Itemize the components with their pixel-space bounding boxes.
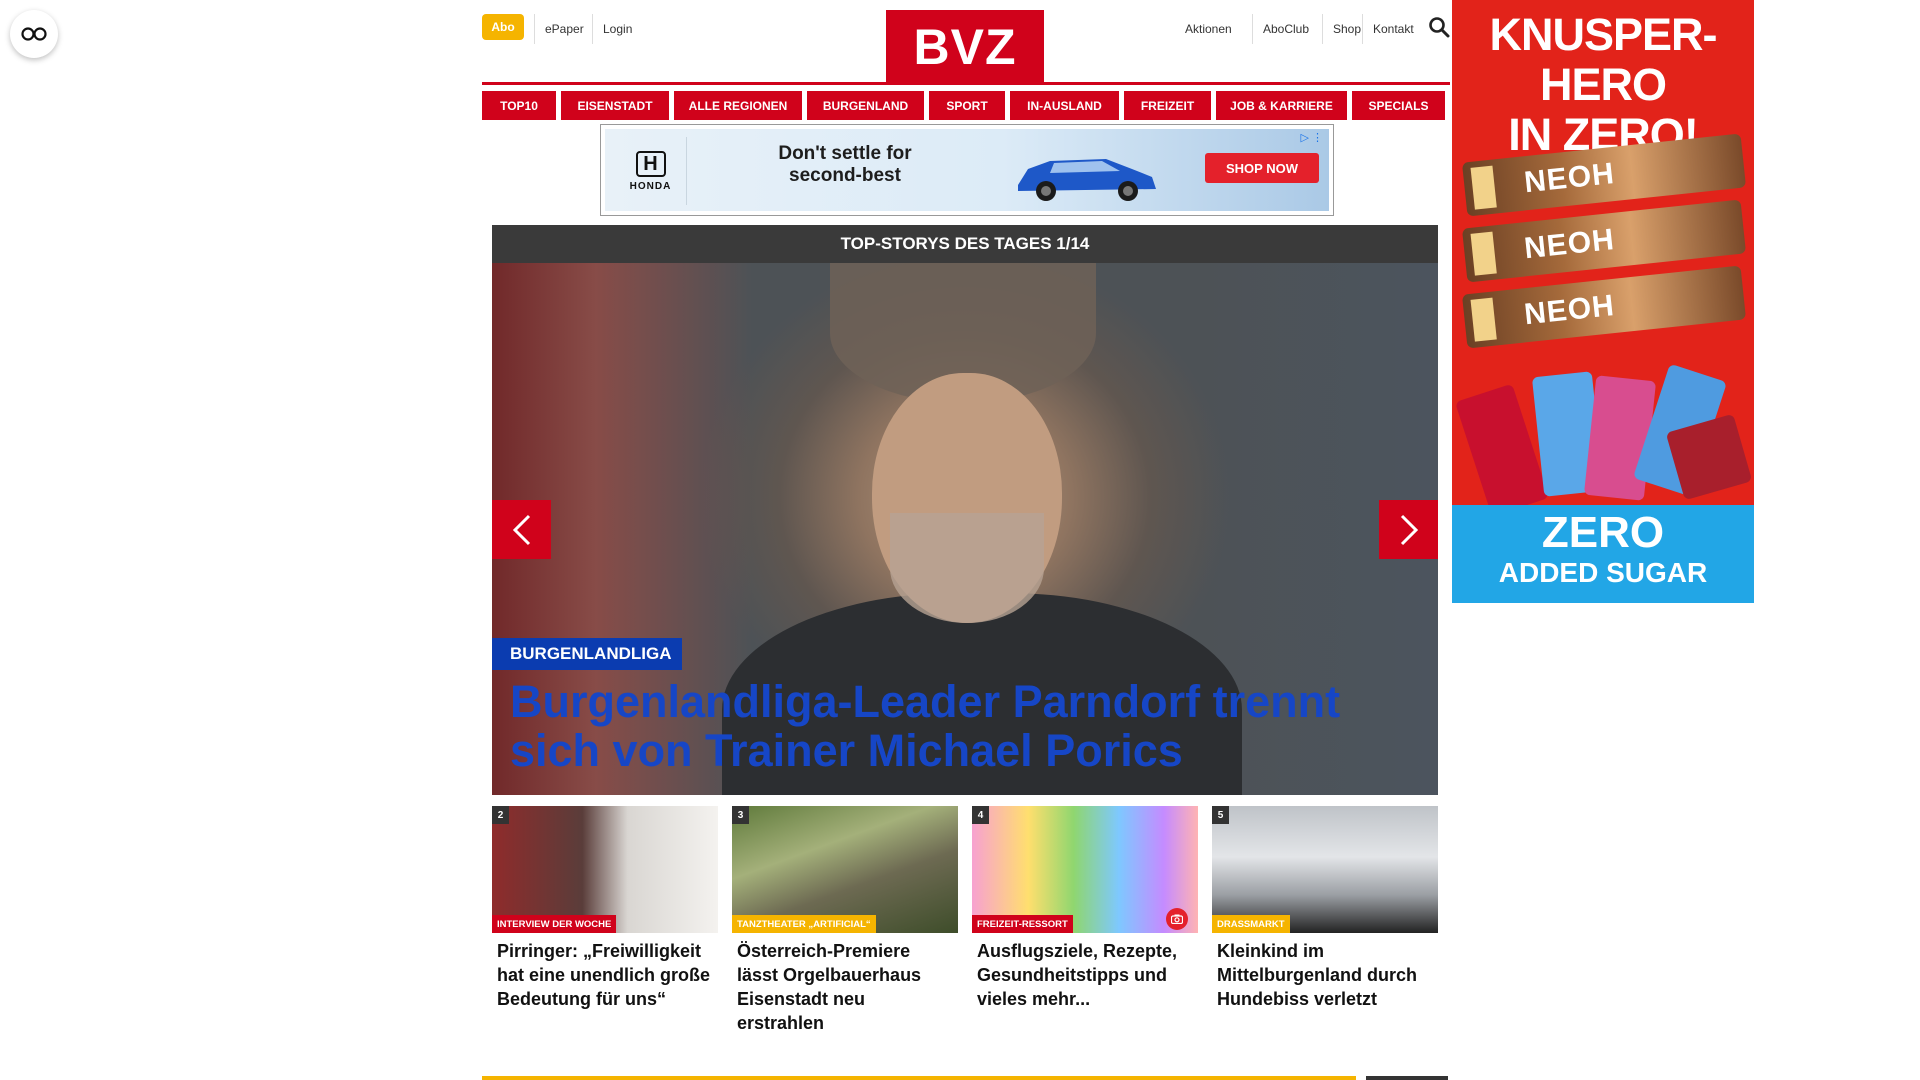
shop-now-button[interactable]: SHOP NOW [1205, 153, 1319, 183]
section-divider-dark [1366, 1076, 1448, 1080]
product-bar-zero-label [1470, 231, 1497, 276]
skyscraper-ad[interactable]: KNUSPER-HERO IN ZERO! NEOH NEOH NEOH ZER… [1452, 0, 1754, 603]
nav-item-burgenland[interactable]: BURGENLAND [807, 91, 924, 120]
story-card[interactable]: 2 INTERVIEW DER WOCHE Pirringer: „Freiwi… [492, 806, 718, 1011]
story-title[interactable]: Kleinkind im Mittelburgenland durch Hund… [1212, 939, 1438, 1011]
accessibility-button[interactable] [10, 10, 58, 58]
product-bar-zero-label [1470, 297, 1497, 342]
epaper-link[interactable]: ePaper [534, 14, 584, 44]
story-thumbnail[interactable]: 2 INTERVIEW DER WOCHE [492, 806, 718, 933]
abo-button[interactable]: Abo [482, 14, 524, 40]
login-link[interactable]: Login [592, 14, 632, 44]
story-tag: FREIZEIT-RESSORT [972, 915, 1073, 933]
skyscraper-headline-line1: KNUSPER-HERO [1489, 9, 1717, 110]
story-thumbnail[interactable]: 3 TANZTHEATER „ARTIFICIAL“ [732, 806, 958, 933]
product-packs [1454, 363, 1753, 517]
hero-category-badge[interactable]: BURGENLANDLIGA [492, 638, 682, 670]
story-card[interactable]: 5 DRASSMARKT Kleinkind im Mittelburgenla… [1212, 806, 1438, 1011]
nav-item-sport[interactable]: SPORT [929, 91, 1005, 120]
section-divider-yellow [482, 1076, 1356, 1080]
skyscraper-footer: ZERO ADDED SUGAR [1452, 505, 1754, 603]
bvz-logo[interactable]: BVZ [886, 10, 1044, 84]
nav-item-job-karriere[interactable]: JOB & KARRIERE [1216, 91, 1347, 120]
nav-item-alle-regionen[interactable]: ALLE REGIONEN [674, 91, 802, 120]
story-tag: TANZTHEATER „ARTIFICIAL“ [732, 915, 876, 933]
story-title[interactable]: Ausflugsziele, Rezepte, Gesundheitstipps… [972, 939, 1198, 1011]
story-thumbnail[interactable]: 5 DRASSMARKT [1212, 806, 1438, 933]
chevron-left-icon [512, 514, 530, 545]
product-bar-label: NEOH [1522, 288, 1617, 332]
honda-brand-label: HONDA [629, 180, 672, 192]
story-title[interactable]: Österreich-Premiere lässt Orgelbauerhaus… [732, 939, 958, 1035]
honda-emblem-icon [635, 150, 666, 177]
story-cards: 2 INTERVIEW DER WOCHE Pirringer: „Freiwi… [492, 806, 1438, 1036]
story-card[interactable]: 3 TANZTHEATER „ARTIFICIAL“ Österreich-Pr… [732, 806, 958, 1035]
shop-link[interactable]: Shop [1322, 14, 1361, 44]
search-button[interactable] [1428, 16, 1452, 40]
main-nav: TOP10 EISENSTADT ALLE REGIONEN BURGENLAN… [482, 91, 1450, 120]
search-icon [1429, 17, 1450, 38]
story-number: 5 [1212, 806, 1229, 824]
car-image [1018, 159, 1156, 201]
story-card[interactable]: 4 FREIZEIT-RESSORT Ausflugsziele, Rezept… [972, 806, 1198, 1011]
nav-item-eisenstadt[interactable]: EISENSTADT [561, 91, 669, 120]
camera-icon [1166, 908, 1188, 930]
header-divider [482, 82, 1450, 85]
aboclub-link[interactable]: AboClub [1252, 14, 1309, 44]
nav-item-top10[interactable]: TOP10 [482, 91, 556, 120]
skyscraper-footer-line1: ZERO [1541, 508, 1665, 557]
ad-headline: Don't settle for second-best [778, 143, 912, 186]
skyscraper-footer-line2: ADDED SUGAR [1498, 557, 1708, 588]
nav-item-in-ausland[interactable]: IN-AUSLAND [1010, 91, 1119, 120]
adchoices-icon[interactable]: ▷ ⋮ [1300, 131, 1323, 144]
chevron-right-icon [1400, 514, 1418, 545]
story-thumbnail[interactable]: 4 FREIZEIT-RESSORT [972, 806, 1198, 933]
kontakt-link[interactable]: Kontakt [1362, 14, 1414, 44]
hero-image-beard [890, 513, 1044, 623]
nav-item-freizeit[interactable]: FREIZEIT [1124, 91, 1211, 120]
product-bar-label: NEOH [1522, 156, 1617, 200]
story-number: 2 [492, 806, 509, 824]
top-stories-header: TOP-STORYS DES TAGES 1/14 [492, 225, 1438, 263]
story-number: 4 [972, 806, 989, 824]
ad-banner-content: HONDA Don't settle for second-best SHOP … [605, 129, 1329, 211]
story-title[interactable]: Pirringer: „Freiwilligkeit hat eine unen… [492, 939, 718, 1011]
slider-prev-button[interactable] [492, 500, 551, 559]
glasses-icon [21, 27, 47, 41]
product-bar-label: NEOH [1522, 222, 1617, 266]
hero-story[interactable]: BURGENLANDLIGA Burgenlandliga-Leader Par… [492, 263, 1438, 795]
product-bar-zero-label [1470, 165, 1497, 210]
story-number: 3 [732, 806, 749, 824]
aktionen-link[interactable]: Aktionen [1185, 14, 1232, 44]
top-bar: Abo ePaper Login BVZ Aktionen AboClub Sh… [482, 0, 1450, 84]
story-tag: DRASSMARKT [1212, 915, 1290, 933]
ad-banner[interactable]: HONDA Don't settle for second-best SHOP … [600, 124, 1334, 216]
nav-item-specials[interactable]: SPECIALS [1352, 91, 1445, 120]
hero-headline[interactable]: Burgenlandliga-Leader Parndorf trennt si… [510, 677, 1410, 775]
story-tag: INTERVIEW DER WOCHE [492, 915, 617, 933]
slider-next-button[interactable] [1379, 500, 1438, 559]
honda-logo: HONDA [615, 137, 687, 205]
